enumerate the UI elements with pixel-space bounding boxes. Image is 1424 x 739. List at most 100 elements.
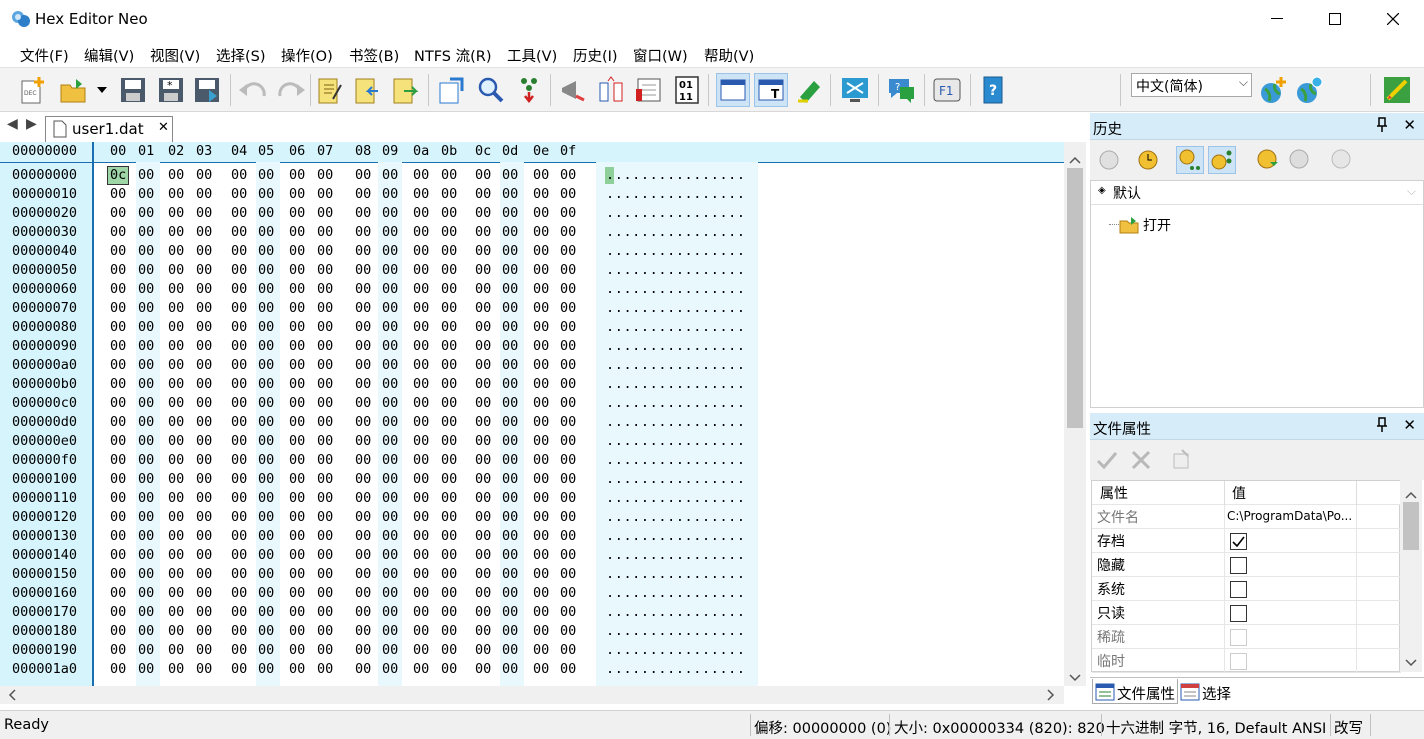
hex-byte[interactable]: 00 (196, 584, 212, 603)
save-icon[interactable] (116, 73, 150, 107)
hex-byte[interactable]: 00 (441, 299, 457, 318)
hex-byte[interactable]: 00 (196, 527, 212, 546)
new-file-icon[interactable]: DEC (16, 73, 50, 107)
hex-byte[interactable]: 00 (560, 603, 576, 622)
paste-special-icon[interactable] (388, 73, 422, 107)
hex-byte[interactable]: 00 (502, 508, 518, 527)
discard-icon[interactable] (1127, 446, 1155, 474)
hex-byte[interactable]: 00 (502, 527, 518, 546)
scroll-thumb[interactable] (1403, 502, 1419, 550)
menu-ntfs-streams[interactable]: NTFS 流(R) (414, 45, 492, 66)
hex-byte[interactable]: 00 (533, 299, 549, 318)
hex-byte[interactable]: 00 (168, 451, 184, 470)
hex-byte[interactable]: 00 (355, 185, 371, 204)
hex-byte[interactable]: 00 (382, 318, 398, 337)
hex-byte[interactable]: 00 (110, 185, 126, 204)
history-linear-icon[interactable] (1176, 146, 1204, 174)
hex-byte[interactable]: 00 (317, 489, 333, 508)
undo-icon[interactable] (236, 73, 270, 107)
hex-byte[interactable]: 00 (231, 280, 247, 299)
hex-byte[interactable]: 00 (231, 223, 247, 242)
hex-byte[interactable]: 00 (355, 299, 371, 318)
hex-byte[interactable]: 00 (289, 394, 305, 413)
hex-byte[interactable]: 00 (502, 356, 518, 375)
hex-byte[interactable]: 00 (196, 451, 212, 470)
menu-select[interactable]: 选择(S) (216, 45, 266, 66)
hex-byte[interactable]: 00 (168, 660, 184, 679)
hex-byte[interactable]: 00 (533, 660, 549, 679)
hex-byte[interactable]: 00 (110, 356, 126, 375)
hex-byte[interactable]: 00 (413, 299, 429, 318)
pin-icon[interactable] (1376, 417, 1388, 437)
hex-byte[interactable]: 00 (196, 242, 212, 261)
hex-byte[interactable]: 00 (317, 261, 333, 280)
hex-byte[interactable]: 00 (138, 337, 154, 356)
hex-byte[interactable]: 00 (289, 299, 305, 318)
hex-byte[interactable]: 00 (413, 470, 429, 489)
save-as-icon[interactable] (190, 73, 224, 107)
redo-icon[interactable] (274, 73, 308, 107)
hex-byte[interactable]: 00 (475, 318, 491, 337)
hex-byte[interactable]: 00 (560, 451, 576, 470)
hex-byte[interactable]: 00 (475, 603, 491, 622)
hex-byte[interactable]: 00 (475, 280, 491, 299)
hex-byte[interactable]: 00 (355, 261, 371, 280)
scroll-down-icon[interactable] (1405, 655, 1417, 671)
hex-byte[interactable]: 00 (413, 546, 429, 565)
hex-byte[interactable]: 00 (355, 527, 371, 546)
hex-byte[interactable]: 00 (289, 508, 305, 527)
history-back-icon[interactable] (1095, 146, 1123, 174)
history-tree-icon[interactable] (1208, 146, 1236, 174)
hex-byte[interactable]: 00 (196, 223, 212, 242)
hex-byte[interactable]: 00 (382, 432, 398, 451)
hex-byte[interactable]: 00 (317, 527, 333, 546)
hex-byte[interactable]: 00 (258, 432, 274, 451)
hex-byte[interactable]: 00 (560, 508, 576, 527)
hex-byte[interactable]: 00 (533, 546, 549, 565)
hex-byte[interactable]: 00 (560, 299, 576, 318)
hex-byte[interactable]: 00 (533, 223, 549, 242)
hex-byte[interactable]: 00 (168, 337, 184, 356)
history-goto-icon[interactable] (1254, 146, 1282, 174)
open-file-icon[interactable] (56, 73, 90, 107)
hex-byte[interactable]: 00 (355, 337, 371, 356)
hex-byte[interactable]: 00 (231, 565, 247, 584)
hex-byte[interactable]: 00 (196, 508, 212, 527)
hex-byte[interactable]: 00 (317, 641, 333, 660)
hex-byte[interactable]: 00 (317, 223, 333, 242)
hex-byte[interactable]: 00 (110, 280, 126, 299)
hex-byte[interactable]: 00 (258, 565, 274, 584)
language-settings-icon[interactable] (1292, 73, 1326, 107)
hex-byte[interactable]: 00 (560, 489, 576, 508)
hex-byte[interactable]: 00 (110, 394, 126, 413)
hex-byte[interactable]: 00 (475, 185, 491, 204)
hex-byte[interactable]: 00 (231, 470, 247, 489)
hex-byte[interactable]: 00 (289, 565, 305, 584)
hex-byte[interactable]: 00 (475, 451, 491, 470)
hex-byte[interactable]: 00 (475, 299, 491, 318)
hex-byte[interactable]: 00 (502, 242, 518, 261)
scroll-down-icon[interactable] (1069, 670, 1081, 686)
hex-byte[interactable]: 00 (441, 185, 457, 204)
ascii-row[interactable]: ................ (606, 356, 746, 375)
hex-byte[interactable]: 00 (502, 166, 518, 185)
hex-byte[interactable]: 00 (168, 527, 184, 546)
hex-byte[interactable]: 00 (475, 641, 491, 660)
hex-byte[interactable]: 00 (138, 489, 154, 508)
hex-byte[interactable]: 00 (560, 185, 576, 204)
hex-byte[interactable]: 00 (475, 204, 491, 223)
hex-byte[interactable]: 00 (138, 375, 154, 394)
ascii-row[interactable]: ................ (606, 489, 746, 508)
hex-byte[interactable]: 00 (168, 223, 184, 242)
hex-byte[interactable]: 00 (533, 641, 549, 660)
hex-byte[interactable]: 00 (413, 622, 429, 641)
hex-byte[interactable]: 00 (413, 375, 429, 394)
hex-byte[interactable]: 00 (413, 280, 429, 299)
hex-byte[interactable]: 00 (533, 261, 549, 280)
hex-byte[interactable]: 00 (441, 413, 457, 432)
hex-byte[interactable]: 00 (355, 546, 371, 565)
hex-byte[interactable]: 00 (533, 166, 549, 185)
menu-operations[interactable]: 操作(O) (281, 45, 333, 66)
hex-byte[interactable]: 00 (196, 565, 212, 584)
ascii-row[interactable]: ................ (606, 166, 746, 185)
